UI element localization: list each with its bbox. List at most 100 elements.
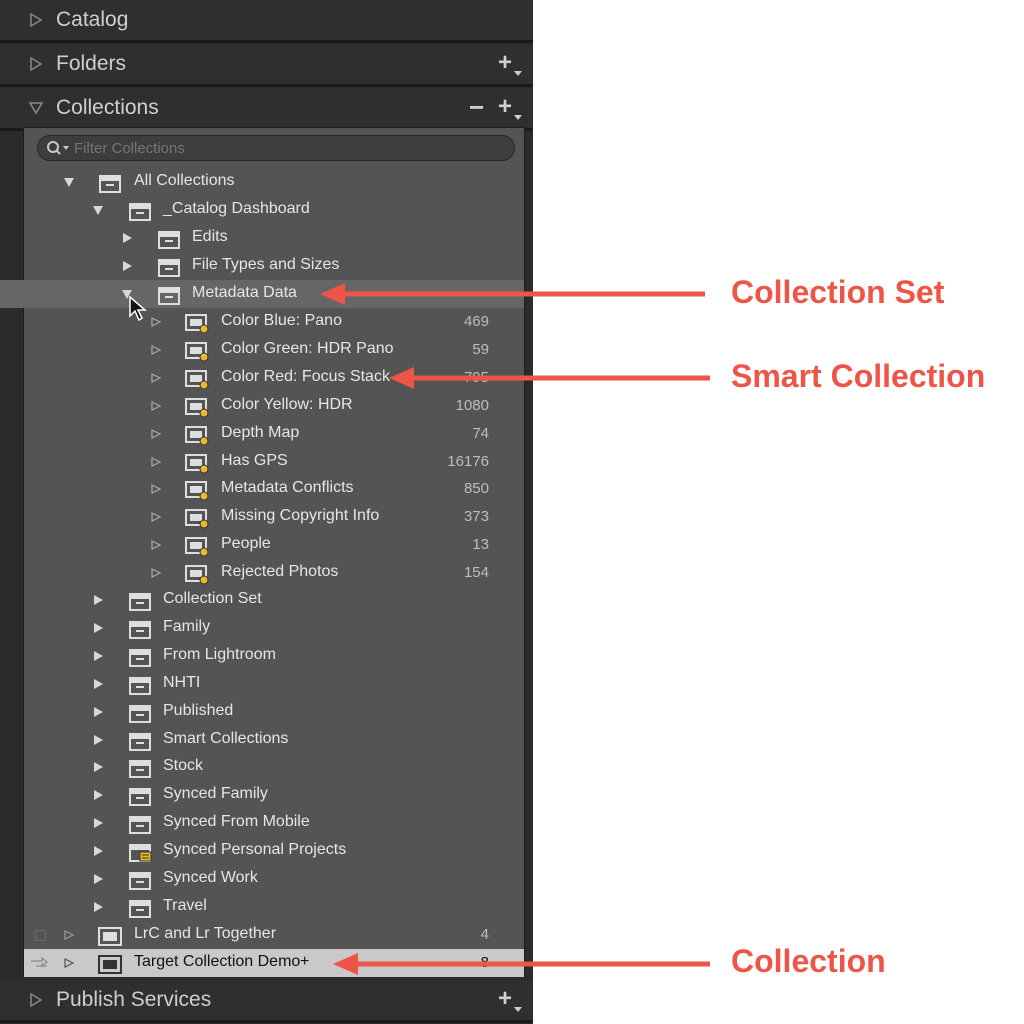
sync-arrows-icon[interactable]: [30, 957, 48, 969]
tree-row-collection-set[interactable]: NHTI: [24, 670, 524, 698]
smart-collection-icon: [185, 453, 209, 473]
remove-collection-button[interactable]: −: [469, 92, 484, 122]
collapsed-triangle-icon: [64, 958, 75, 968]
filter-collections-field[interactable]: [37, 135, 515, 161]
add-collection-button[interactable]: +: [498, 92, 522, 122]
photo-count: 4: [480, 926, 489, 943]
add-publish-service-button[interactable]: +: [498, 984, 522, 1014]
tree-row-collection-set[interactable]: Synced Family: [24, 781, 524, 809]
collapsed-triangle-icon: [151, 428, 162, 439]
smart-collection-icon: [185, 481, 209, 501]
photo-count: 154: [463, 564, 489, 582]
tree-row-lrc-and-lr-together[interactable]: LrC and Lr Together 4: [24, 921, 524, 949]
tree-row-collection-set[interactable]: Synced Work: [24, 865, 524, 893]
tree-row-target-collection-demo[interactable]: Target Collection Demo + 8: [24, 949, 524, 977]
smart-collection-icon: [185, 425, 209, 446]
collapsed-triangle-icon: [151, 400, 162, 411]
collection-set-icon: [129, 816, 151, 835]
tree-row-collection-set[interactable]: Smart Collections: [24, 726, 524, 754]
catalog-panel-header[interactable]: Catalog: [0, 0, 533, 43]
publish-services-panel-header[interactable]: Publish Services +: [0, 980, 533, 1023]
collapsed-triangle-icon: [94, 818, 103, 829]
tree-label: Depth Map: [221, 423, 300, 441]
collection-set-icon: [129, 203, 151, 221]
tree-row-smart-collection[interactable]: Has GPS 16176: [24, 448, 524, 476]
tree-label: Synced Family: [163, 785, 268, 803]
collections-panel-header[interactable]: Collections − +: [0, 88, 533, 131]
tree-label: Target Collection Demo: [134, 953, 301, 970]
tree-label: Synced Work: [163, 869, 258, 886]
tree-row-collection-set[interactable]: Travel: [24, 893, 524, 921]
tree-row-collection-set[interactable]: Synced From Mobile: [24, 809, 524, 837]
tree-row-smart-collection[interactable]: Color Yellow: HDR 1080: [24, 392, 524, 420]
tree-row-smart-collection[interactable]: Missing Copyright Info 373: [24, 503, 524, 531]
tree-row-metadata-data[interactable]: Metadata Data: [0, 280, 524, 308]
collapsed-triangle-icon: [94, 678, 103, 689]
tree-label: Color Red: Focus Stack: [221, 367, 390, 385]
collection-icon: [98, 927, 122, 946]
tree-row-file-types[interactable]: File Types and Sizes: [24, 252, 524, 280]
collection-set-icon: [129, 648, 151, 667]
folders-panel-header[interactable]: Folders +: [0, 44, 533, 87]
tree-row-collection-set[interactable]: Family: [24, 614, 524, 642]
target-checkbox[interactable]: [35, 930, 46, 941]
tree-row-smart-collection[interactable]: Color Blue: Pano 469: [24, 308, 524, 336]
collapsed-triangle-icon: [94, 846, 103, 857]
tree-label: Has GPS: [221, 451, 288, 469]
tree-row-smart-collection[interactable]: Depth Map 74: [24, 420, 524, 448]
publish-services-panel-title: Publish Services: [56, 988, 212, 1011]
collapsed-triangle-icon: [94, 901, 103, 912]
photo-count: 850: [463, 480, 489, 498]
tree-row-smart-collection[interactable]: People 13: [24, 531, 524, 559]
collection-set-icon: [158, 231, 180, 249]
annotation-collection: Collection: [731, 943, 886, 979]
photo-count: 1080: [455, 396, 489, 414]
tree-label: Color Green: HDR Pano: [221, 339, 394, 357]
add-folder-button[interactable]: +: [498, 48, 522, 78]
tree-row-smart-collection[interactable]: Rejected Photos 154: [24, 559, 524, 587]
tree-row-collection-set[interactable]: Synced Personal Projects: [24, 837, 524, 865]
tree-label: Travel: [163, 896, 207, 914]
collapsed-triangle-icon: [151, 512, 162, 523]
collapsed-triangle-icon: [151, 372, 162, 383]
tree-row-all-collections[interactable]: All Collections: [24, 168, 524, 196]
photo-count: 74: [472, 424, 489, 442]
tree-row-catalog-dashboard[interactable]: _Catalog Dashboard: [24, 196, 524, 224]
collection-set-icon: [129, 872, 151, 890]
filter-collections-input[interactable]: [74, 138, 504, 158]
dropdown-caret-icon: [514, 71, 522, 76]
collapsed-triangle-icon: [94, 762, 103, 773]
tree-row-collection-set[interactable]: Stock: [24, 753, 524, 781]
tree-row-collection-set[interactable]: From Lightroom: [24, 642, 524, 670]
collection-set-icon: [158, 287, 180, 305]
smart-collection-icon: [185, 314, 209, 334]
tree-row-collection-set[interactable]: Published: [24, 698, 524, 726]
tree-label: Published: [163, 701, 234, 719]
collections-panel-title: Collections: [56, 96, 159, 119]
tree-row-edits[interactable]: Edits: [24, 224, 524, 252]
collapsed-triangle-icon: [94, 650, 103, 661]
collapsed-triangle-icon: [94, 622, 103, 633]
collection-set-icon: [129, 760, 151, 779]
collection-set-icon: [158, 259, 180, 277]
tree-row-smart-collection[interactable]: Metadata Conflicts 850: [24, 475, 524, 503]
photo-count: 469: [463, 313, 489, 330]
smart-collection-icon: [185, 537, 209, 557]
tree-row-smart-collection[interactable]: Color Red: Focus Stack 795: [24, 364, 524, 392]
photo-count: 795: [463, 368, 489, 386]
tree-row-collection-set[interactable]: Collection Set: [24, 586, 524, 614]
collection-set-icon: [129, 593, 151, 611]
tree-label: From Lightroom: [163, 645, 276, 663]
photo-count: 373: [463, 508, 489, 526]
collapsed-triangle-icon: [94, 874, 103, 884]
tree-label: Family: [163, 617, 211, 635]
folders-panel-title: Folders: [56, 52, 127, 75]
tree-row-smart-collection[interactable]: Color Green: HDR Pano 59: [24, 336, 524, 364]
tree-label: Synced Personal Projects: [163, 841, 347, 859]
collapsed-triangle-icon: [123, 261, 132, 271]
tree-label: Color Yellow: HDR: [221, 395, 353, 413]
expanded-triangle-icon: [93, 206, 103, 215]
disclosure-right-icon: [30, 993, 43, 1007]
smart-collection-icon: [185, 369, 209, 390]
tree-label: LrC and Lr Together: [134, 925, 277, 942]
